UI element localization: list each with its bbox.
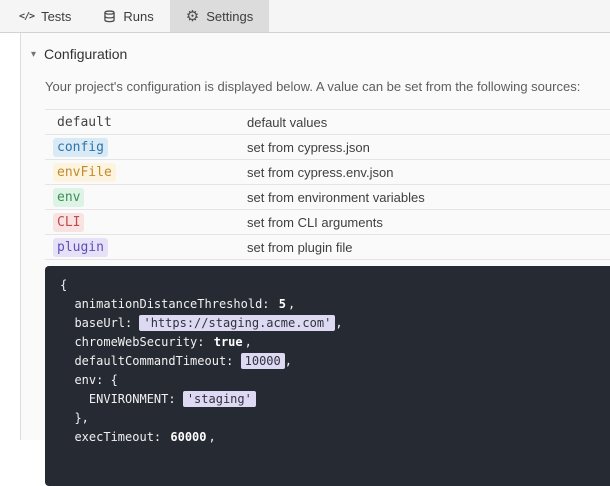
source-name-cell: envFile [45,160,239,185]
code-text: execTimeout: [60,430,168,444]
config-value: 60000 [168,430,208,444]
tab-settings-label: Settings [206,9,253,24]
source-badge: default [53,113,116,132]
config-value: true [212,335,245,349]
sources-table-body: default default values config set from cypr… [45,110,610,260]
section-description: Your project's configuration is displaye… [45,79,610,94]
config-value-highlighted[interactable]: 10000 [241,353,285,369]
code-line: ENVIRONMENT: 'staging' [60,390,595,409]
database-icon [103,10,116,23]
tab-settings[interactable]: ⚙ Settings [170,0,269,32]
tab-tests-label: Tests [41,9,71,24]
source-row: CLI set from CLI arguments [45,210,610,235]
source-description: set from cypress.json [239,135,610,160]
configuration-section-header[interactable]: ▾ Configuration [31,46,610,62]
source-name-cell: plugin [45,235,239,260]
code-text: env: { [60,373,118,387]
source-row: default default values [45,110,610,135]
source-description: set from cypress.env.json [239,160,610,185]
source-description: set from plugin file [239,235,610,260]
config-value: 5 [277,297,288,311]
code-text: , [335,316,342,330]
source-description: default values [239,110,610,135]
source-badge: CLI [53,213,84,232]
code-text: defaultCommandTimeout: [60,354,241,368]
code-line: { [60,276,595,295]
code-line: env: { [60,371,595,390]
source-badge: plugin [53,238,108,257]
code-text: animationDistanceThreshold: [60,297,277,311]
source-badge: env [53,188,84,207]
source-name-cell: config [45,135,239,160]
source-name-cell: CLI [45,210,239,235]
source-row: plugin set from plugin file [45,235,610,260]
code-text: chromeWebSecurity: [60,335,212,349]
code-text: }, [60,411,89,425]
code-text: baseUrl: [60,316,139,330]
code-line: animationDistanceThreshold: 5, [60,295,595,314]
config-value-highlighted[interactable]: 'https://staging.acme.com' [139,315,335,331]
code-text: { [60,278,67,292]
source-name-cell: env [45,185,239,210]
code-text: ENVIRONMENT: [60,392,183,406]
code-icon: </> [19,11,34,22]
code-line: chromeWebSecurity: true, [60,333,595,352]
source-badge: config [53,138,108,157]
tab-tests[interactable]: </> Tests [3,0,87,32]
config-code: { animationDistanceThreshold: 5, baseUrl… [45,266,610,486]
code-line: defaultCommandTimeout: 10000, [60,352,595,371]
code-text: , [288,297,295,311]
config-sources-table: default default values config set from cypr… [45,109,610,260]
chevron-down-icon: ▾ [31,49,36,60]
source-row: envFile set from cypress.env.json [45,160,610,185]
source-description: set from CLI arguments [239,210,610,235]
tab-runs[interactable]: Runs [87,0,169,32]
source-name-cell: default [45,110,239,135]
source-badge: envFile [53,163,116,182]
source-row: env set from environment variables [45,185,610,210]
code-text: , [245,335,252,349]
section-title: Configuration [44,46,127,62]
code-text: , [209,430,216,444]
tab-runs-label: Runs [123,9,153,24]
code-text: , [285,354,292,368]
source-row: config set from cypress.json [45,135,610,160]
config-value-highlighted[interactable]: 'staging' [183,391,256,407]
code-line: baseUrl: 'https://staging.acme.com', [60,314,595,333]
code-line: execTimeout: 60000, [60,428,595,447]
gear-icon: ⚙ [186,9,199,24]
tab-bar: </> Tests Runs ⚙ Settings [0,0,610,33]
code-line: }, [60,409,595,428]
settings-panel: ▾ Configuration Your project's configura… [20,33,610,440]
source-description: set from environment variables [239,185,610,210]
